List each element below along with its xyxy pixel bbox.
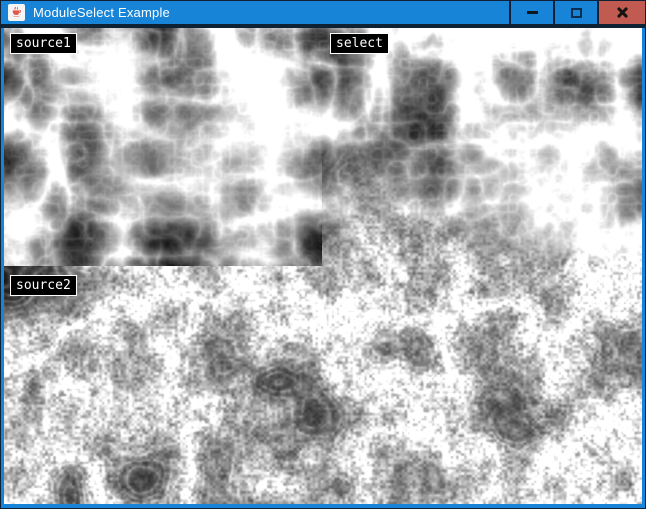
maximize-button[interactable] [553, 1, 597, 24]
render-area: source1 select source2 [4, 28, 642, 504]
source1-noise-panel [4, 28, 322, 266]
java-coffee-cup-icon [8, 4, 25, 21]
window-controls [509, 1, 645, 24]
maximize-icon [571, 8, 582, 18]
titlebar[interactable]: ModuleSelect Example [1, 1, 645, 24]
window-title: ModuleSelect Example [33, 5, 170, 20]
minimize-button[interactable] [509, 1, 553, 24]
label-source1: source1 [10, 33, 77, 54]
minimize-icon [527, 11, 538, 14]
source2-noise-panel [4, 266, 322, 504]
label-select: select [330, 33, 389, 54]
close-icon [616, 6, 629, 19]
select-noise-panel [322, 28, 642, 504]
app-window: ModuleSelect Example source1 select sour… [0, 0, 646, 509]
label-source2: source2 [10, 275, 77, 296]
close-button[interactable] [597, 1, 645, 24]
